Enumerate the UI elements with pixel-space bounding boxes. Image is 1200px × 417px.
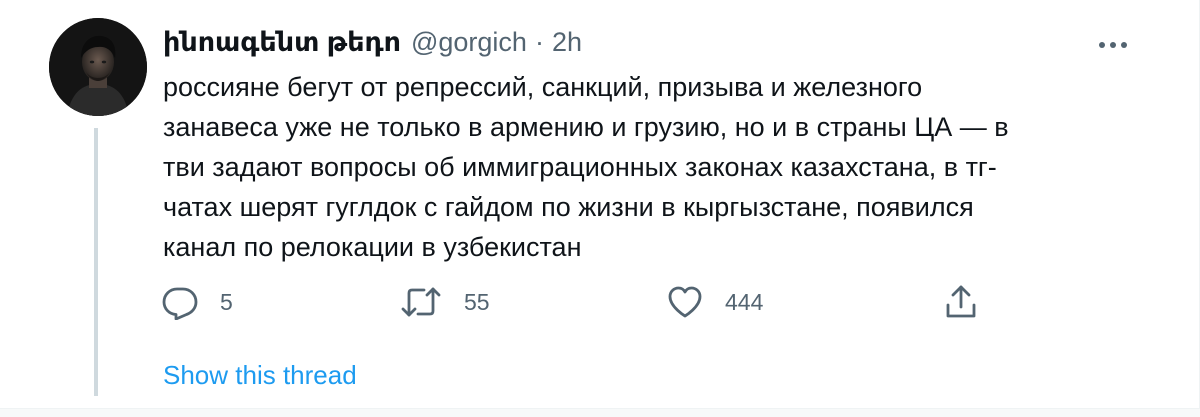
more-options-button[interactable] <box>1093 28 1133 62</box>
like-count: 444 <box>725 288 764 315</box>
more-icon <box>1099 42 1127 48</box>
separator-dot: · <box>534 27 544 57</box>
like-button[interactable]: 444 <box>667 282 763 322</box>
reply-icon <box>162 287 198 320</box>
reply-count: 5 <box>220 288 233 315</box>
avatar-image <box>49 18 147 116</box>
show-thread-link[interactable]: Show this thread <box>163 358 357 392</box>
tweet-text-line: канал по релокации в узбекистан <box>163 232 582 262</box>
author-display-name[interactable]: ինոագենտ թեդո <box>163 24 401 60</box>
tweet[interactable]: ինոագենտ թեդո @gorgich · 2h россияне бег… <box>0 0 1200 417</box>
retweet-count: 55 <box>464 288 490 315</box>
tweet-text-line: чатах шерят гуглдок с гайдом по жизни в … <box>163 192 974 222</box>
share-button[interactable] <box>944 282 978 322</box>
tweet-text-line: тви задают вопросы об иммиграционных зак… <box>163 152 997 182</box>
avatar[interactable] <box>49 18 147 116</box>
retweet-button[interactable]: 55 <box>400 282 490 322</box>
heart-icon <box>668 286 702 318</box>
tweet-text-line: россияне бегут от репрессий, санкций, пр… <box>163 72 923 102</box>
tweet-timestamp[interactable]: 2h <box>552 24 582 60</box>
share-icon <box>946 285 976 318</box>
tweet-text-line: занавеса уже не только в армению и грузи… <box>163 112 1009 142</box>
tweet-text: россияне бегут от репрессий, санкций, пр… <box>163 67 1083 267</box>
author-handle[interactable]: @gorgich <box>411 24 527 60</box>
reply-button[interactable]: 5 <box>162 282 233 322</box>
retweet-icon <box>401 287 441 317</box>
thread-connector-line <box>94 128 98 396</box>
tweet-header: ինոագենտ թեդո @gorgich · 2h <box>163 24 582 60</box>
